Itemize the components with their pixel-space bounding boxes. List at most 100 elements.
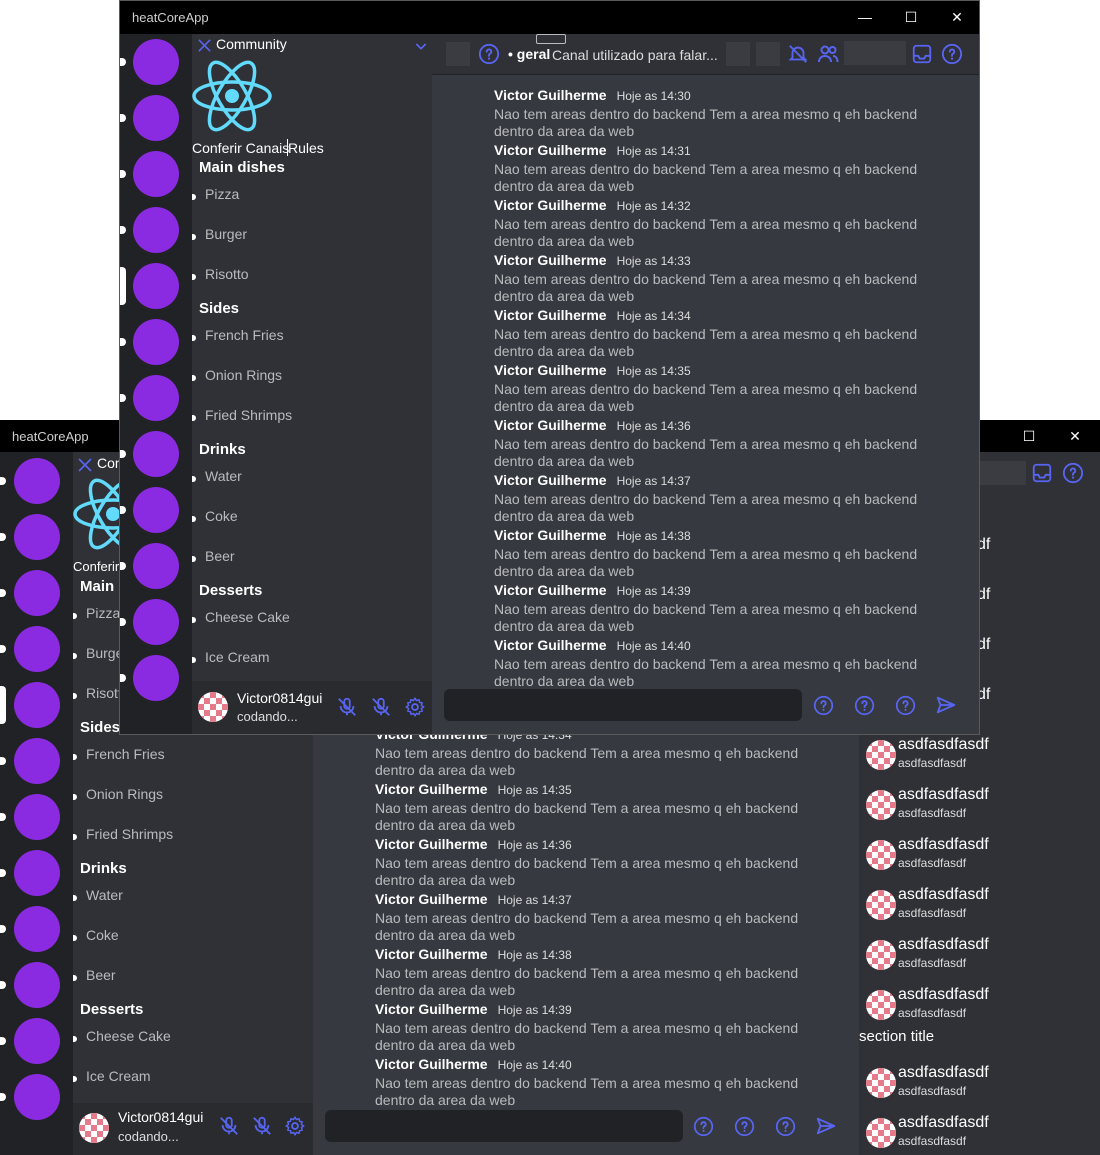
header-topic[interactable]: Canal utilizado para falar... (552, 47, 718, 63)
back-channel-item[interactable]: Fried Shrimps (86, 826, 173, 842)
front-maximize-button[interactable]: ☐ (888, 1, 934, 33)
close-icon[interactable] (196, 37, 213, 54)
back-channel-item[interactable]: Coke (86, 927, 119, 943)
server-icon[interactable] (133, 599, 179, 645)
member-item[interactable]: asdfasdfasdf asdfasdfasdf (860, 1114, 1060, 1154)
back-channel-item[interactable]: Water (86, 887, 123, 903)
help-circle-icon[interactable] (895, 695, 916, 716)
help-circle-icon[interactable] (734, 1116, 755, 1137)
bell-off-icon[interactable] (787, 43, 809, 65)
conferir-canais-button[interactable]: Conferir Canais (192, 140, 289, 156)
message-author[interactable]: Victor Guilherme (494, 197, 607, 213)
message-author[interactable]: Victor Guilherme (494, 252, 607, 268)
front-channel-item[interactable]: Onion Rings (205, 367, 282, 383)
member-item[interactable]: asdfasdfasdf asdfasdfasdf (860, 836, 1060, 876)
back-maximize-button[interactable]: ☐ (1006, 420, 1052, 452)
gear-icon[interactable] (404, 696, 426, 718)
message-input[interactable] (444, 689, 802, 721)
front-user-avatar[interactable] (198, 692, 228, 722)
message-author[interactable]: Victor Guilherme (494, 472, 607, 488)
message-input[interactable] (325, 1110, 683, 1142)
front-channel-item[interactable]: Coke (205, 508, 238, 524)
server-icon[interactable] (14, 850, 60, 896)
server-icon[interactable] (14, 458, 60, 504)
front-channel-item[interactable]: Pizza (205, 186, 239, 202)
message-author[interactable]: Victor Guilherme (375, 1056, 488, 1072)
send-icon[interactable] (815, 1115, 837, 1137)
message-author[interactable]: Victor Guilherme (494, 87, 607, 103)
gear-icon[interactable] (284, 1115, 306, 1137)
chevron-down-icon[interactable] (413, 38, 429, 54)
back-channel-item[interactable]: Pizza (86, 605, 120, 621)
front-channel-item[interactable]: French Fries (205, 327, 284, 343)
server-icon[interactable] (133, 655, 179, 701)
server-icon[interactable] (133, 151, 179, 197)
server-icon[interactable] (14, 570, 60, 616)
message-author[interactable]: Victor Guilherme (494, 527, 607, 543)
server-icon[interactable] (133, 39, 179, 85)
back-channel-item[interactable]: Onion Rings (86, 786, 163, 802)
category-header[interactable]: Main dishes (80, 578, 118, 595)
front-channel-item[interactable]: Beer (205, 548, 235, 564)
members-icon[interactable] (816, 42, 840, 66)
message-author[interactable]: Victor Guilherme (375, 891, 488, 907)
member-item[interactable]: asdfasdfasdf asdfasdfasdf (860, 986, 1060, 1026)
headset-off-icon[interactable] (251, 1115, 273, 1137)
server-icon[interactable] (133, 543, 179, 589)
server-dropdown-handle[interactable] (536, 34, 566, 44)
category-header[interactable]: Desserts (80, 1001, 143, 1018)
server-icon[interactable] (133, 263, 179, 309)
server-icon[interactable] (14, 962, 60, 1008)
category-header[interactable]: Desserts (199, 582, 262, 599)
help-circle-icon[interactable] (775, 1116, 796, 1137)
front-channel-item[interactable]: Fried Shrimps (205, 407, 292, 423)
category-header[interactable]: Main dishes (199, 159, 285, 176)
category-header[interactable]: Drinks (199, 441, 246, 458)
mic-off-icon[interactable] (336, 696, 358, 718)
message-author[interactable]: Victor Guilherme (494, 582, 607, 598)
help-circle-icon[interactable] (941, 43, 963, 65)
back-channel-item[interactable]: French Fries (86, 746, 165, 762)
server-icon[interactable] (133, 431, 179, 477)
member-item[interactable]: asdfasdfasdf asdfasdfasdf (860, 886, 1060, 926)
server-icon[interactable] (14, 1018, 60, 1064)
back-channel-item[interactable]: Cheese Cake (86, 1028, 171, 1044)
inbox-icon[interactable] (911, 43, 933, 65)
front-channel-item[interactable]: Risotto (205, 266, 249, 282)
front-channel-item[interactable]: Water (205, 468, 242, 484)
inbox-icon[interactable] (1031, 462, 1053, 484)
server-icon[interactable] (14, 738, 60, 784)
back-close-button[interactable]: ✕ (1052, 420, 1098, 452)
message-author[interactable]: Victor Guilherme (375, 781, 488, 797)
member-item[interactable]: asdfasdfasdf asdfasdfasdf (860, 936, 1060, 976)
message-author[interactable]: Victor Guilherme (494, 362, 607, 378)
category-header[interactable]: Sides (199, 300, 239, 317)
message-author[interactable]: Victor Guilherme (375, 836, 488, 852)
help-circle-icon[interactable] (478, 43, 500, 65)
server-icon[interactable] (133, 487, 179, 533)
message-author[interactable]: Victor Guilherme (494, 417, 607, 433)
back-channel-item[interactable]: Ice Cream (86, 1068, 151, 1084)
front-channel-item[interactable]: Ice Cream (205, 649, 270, 665)
member-item[interactable]: asdfasdfasdf asdfasdfasdf (860, 736, 1060, 776)
headset-off-icon[interactable] (370, 696, 392, 718)
front-minimize-button[interactable]: — (842, 1, 888, 33)
mic-off-icon[interactable] (218, 1115, 240, 1137)
message-author[interactable]: Victor Guilherme (375, 1001, 488, 1017)
server-icon[interactable] (133, 375, 179, 421)
server-icon[interactable] (133, 95, 179, 141)
help-circle-icon[interactable] (1062, 462, 1084, 484)
help-circle-icon[interactable] (693, 1116, 714, 1137)
message-author[interactable]: Victor Guilherme (494, 142, 607, 158)
back-header-search-box[interactable] (980, 461, 1026, 485)
back-channel-item[interactable]: Beer (86, 967, 116, 983)
server-icon[interactable] (14, 1074, 60, 1120)
front-channel-item[interactable]: Burger (205, 226, 247, 242)
category-header[interactable]: Drinks (80, 860, 127, 877)
server-icon[interactable] (14, 626, 60, 672)
server-icon[interactable] (14, 514, 60, 560)
send-icon[interactable] (935, 694, 957, 716)
message-author[interactable]: Victor Guilherme (494, 637, 607, 653)
message-author[interactable]: Victor Guilherme (375, 946, 488, 962)
server-icon[interactable] (14, 794, 60, 840)
